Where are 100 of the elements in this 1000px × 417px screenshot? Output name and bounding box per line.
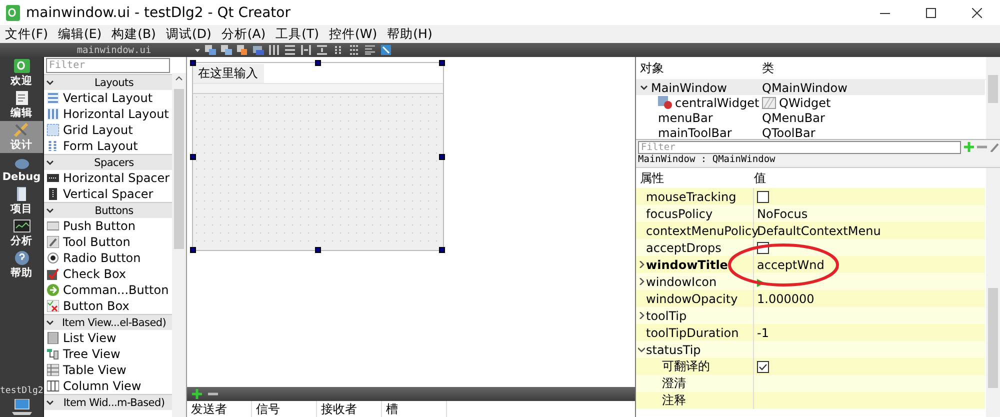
property-value[interactable]: DefaultContextMenu <box>757 224 881 238</box>
property-name: windowIcon <box>646 274 717 288</box>
dropdown-icon[interactable] <box>195 48 200 52</box>
split-icon[interactable] <box>317 45 328 55</box>
property-value[interactable]: -1 <box>757 326 769 340</box>
mode-button[interactable]: Debug <box>0 153 43 185</box>
filter-field[interactable]: Filter <box>46 58 170 73</box>
widget-item[interactable]: Table View <box>44 362 172 378</box>
resize-handle[interactable] <box>439 247 445 253</box>
widget-item[interactable]: Check Box <box>44 266 172 282</box>
windows-icon[interactable] <box>221 45 232 55</box>
widget-item[interactable]: Vertical Spacer <box>44 186 172 202</box>
column-header[interactable]: 槽 <box>382 401 447 417</box>
tree-row[interactable]: centralWidget QWidget <box>636 95 985 110</box>
menu-item[interactable]: 编辑(E) <box>52 26 107 42</box>
column-header[interactable]: 属性 <box>636 170 754 186</box>
column-header[interactable]: 发送者 <box>187 401 252 417</box>
menu-item[interactable]: 分析(A) <box>216 26 271 42</box>
widget-item[interactable]: Push Button <box>44 218 172 234</box>
menu-item[interactable]: 构建(B) <box>106 26 161 42</box>
column-header[interactable]: 对象 <box>636 60 762 76</box>
widget-item[interactable]: Tool Button <box>44 234 172 250</box>
category-header[interactable]: Buttons <box>44 202 172 218</box>
scrollbar[interactable] <box>172 73 186 417</box>
category-header[interactable]: Item View...el-Based) <box>44 314 172 330</box>
chevron-right-icon[interactable] <box>638 261 644 268</box>
widget-item[interactable]: Comman...Button <box>44 282 172 298</box>
editor-tab[interactable]: mainwindow.ui <box>43 44 185 56</box>
rows-icon[interactable] <box>365 45 376 55</box>
column-header[interactable]: 类 <box>762 60 774 76</box>
windows-icon[interactable] <box>253 45 264 55</box>
checkbox-checked[interactable] <box>757 360 769 372</box>
tree-row[interactable]: menuBar QMenuBar <box>636 110 985 125</box>
widget-item[interactable]: Horizontal Layout <box>44 106 172 122</box>
property-name: mouseTracking <box>646 190 736 204</box>
resize-handle[interactable] <box>315 247 321 253</box>
resize-handle[interactable] <box>190 60 196 66</box>
widget-item[interactable]: Vertical Layout <box>44 90 172 106</box>
columns-icon[interactable] <box>269 45 280 55</box>
menu-item[interactable]: 工具(T) <box>270 26 324 42</box>
computer-icon[interactable] <box>10 399 32 415</box>
tree-row[interactable]: mainToolBar QToolBar <box>636 125 985 140</box>
grid-icon[interactable] <box>349 45 360 55</box>
widget-item[interactable]: Horizontal Spacer <box>44 170 172 186</box>
resize-handle[interactable] <box>190 247 196 253</box>
rows-icon[interactable] <box>285 45 296 55</box>
form-icon[interactable] <box>333 45 344 55</box>
column-header[interactable]: 值 <box>754 170 766 186</box>
split-icon[interactable] <box>301 45 312 55</box>
resize-handle[interactable] <box>439 60 445 66</box>
scroll-up-icon[interactable] <box>175 76 183 81</box>
category-header[interactable]: Item Wid...m-Based) <box>44 394 172 410</box>
property-value[interactable]: 1.000000 <box>757 292 814 306</box>
column-header[interactable]: 接收者 <box>317 401 382 417</box>
column-header[interactable]: 信号 <box>252 401 317 417</box>
filter-field[interactable]: Filter <box>638 140 961 154</box>
tree-row[interactable]: MainWindow QMainWindow <box>636 80 985 95</box>
tree-icon <box>47 348 59 360</box>
windows-icon[interactable] <box>237 45 248 55</box>
maximize-icon[interactable] <box>926 8 936 18</box>
mode-button[interactable]: 欢迎 <box>0 57 43 89</box>
mode-button[interactable]: 编辑 <box>0 89 43 121</box>
form-window[interactable]: 在这里输入 <box>192 62 444 251</box>
plus-icon[interactable] <box>192 389 202 399</box>
scrollbar[interactable] <box>986 168 1000 417</box>
widget-item[interactable]: Column View <box>44 378 172 394</box>
menu-item[interactable]: 帮助(H) <box>382 26 438 42</box>
widget-item[interactable]: Button Box <box>44 298 172 314</box>
property-value[interactable]: NoFocus <box>757 206 808 220</box>
list-icon <box>47 332 59 344</box>
adjust-size-icon[interactable] <box>381 45 392 55</box>
mode-button[interactable]: 项目 <box>0 185 43 217</box>
menu-placeholder[interactable]: 在这里输入 <box>193 64 264 83</box>
widget-item[interactable]: List View <box>44 330 172 346</box>
property-value[interactable]: acceptWnd <box>757 258 824 272</box>
property-name: 澄清 <box>662 375 686 392</box>
windows-icon[interactable] <box>205 45 216 55</box>
widget-item[interactable]: Grid Layout <box>44 122 172 138</box>
chevron-down-icon[interactable] <box>638 346 644 353</box>
mode-button[interactable]: 分析 <box>0 217 43 249</box>
category-header[interactable]: Layouts <box>44 74 172 90</box>
chevron-right-icon[interactable] <box>638 278 644 285</box>
close-icon[interactable] <box>972 8 982 18</box>
project-name[interactable]: testDlg2 <box>0 386 43 396</box>
checkbox[interactable] <box>757 190 769 202</box>
widget-item[interactable]: Tree View <box>44 346 172 362</box>
resize-handle[interactable] <box>439 154 445 160</box>
category-header[interactable]: Spacers <box>44 154 172 170</box>
app-icon <box>6 4 20 20</box>
resize-handle[interactable] <box>315 60 321 66</box>
menu-item[interactable]: 文件(F) <box>0 26 53 42</box>
widget-item[interactable]: Form Layout <box>44 138 172 154</box>
menu-item[interactable]: 控件(W) <box>324 26 382 42</box>
widget-item[interactable]: Radio Button <box>44 250 172 266</box>
mode-button[interactable]: 帮助 <box>0 249 43 281</box>
property-name: contextMenuPolicy <box>646 224 759 238</box>
scrollbar[interactable] <box>986 57 1000 139</box>
chevron-right-icon[interactable] <box>638 312 644 319</box>
menu-item[interactable]: 调试(D) <box>160 26 216 42</box>
resize-handle[interactable] <box>190 154 196 160</box>
